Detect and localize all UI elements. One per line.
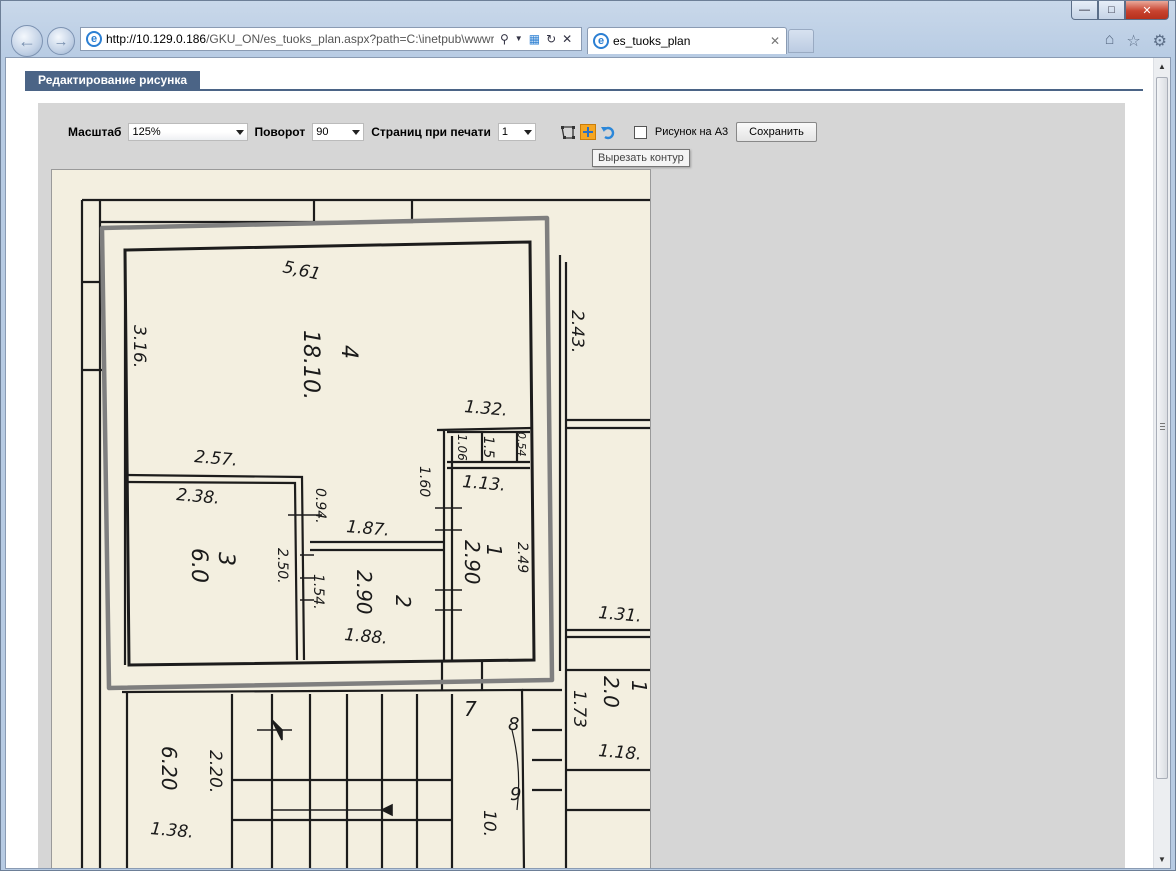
scale-select[interactable]: 125% — [128, 123, 249, 141]
plan-label: 2.49 — [514, 542, 530, 573]
tab-es-tuoks-plan[interactable]: e es_tuoks_plan ✕ — [587, 27, 787, 54]
new-tab-button[interactable] — [788, 29, 814, 53]
plan-label: 2.90 — [460, 540, 484, 585]
plan-label: 0.94. — [312, 488, 328, 524]
plan-label: 8 — [508, 714, 519, 735]
panel-divider — [25, 89, 1143, 91]
plan-label: 2.20. — [205, 750, 225, 793]
scale-value: 125% — [132, 126, 161, 138]
plan-label: 1.13. — [462, 472, 507, 496]
plan-label: 3.16. — [129, 325, 149, 368]
plan-label: 1.5 — [480, 436, 496, 458]
search-icon[interactable]: ⚲ — [500, 32, 509, 46]
undo-icon[interactable] — [600, 124, 616, 140]
rotation-chevron-down-icon — [352, 130, 361, 135]
scale-chevron-down-icon — [236, 130, 245, 135]
page-content: Редактирование рисунка Масштаб 125% Пово… — [6, 58, 1154, 868]
plan-label: 10. — [479, 810, 499, 837]
plan-label: 3 — [213, 552, 238, 566]
tab-close-icon[interactable]: ✕ — [770, 34, 786, 48]
plan-label: 0.54 — [515, 432, 528, 457]
stop-icon[interactable]: ✕ — [562, 32, 572, 46]
plan-label: 1.38. — [150, 819, 195, 843]
rotation-label: Поворот — [254, 125, 306, 139]
tab-ie-icon: e — [593, 33, 609, 49]
browser-tools: ⌂ ☆ ⚙ — [1105, 31, 1167, 51]
plan-label: 6.20 — [157, 746, 181, 791]
plan-label: 7 — [464, 697, 477, 721]
scroll-grip-icon — [1160, 423, 1165, 430]
dropdown-chevron-icon[interactable]: ▼ — [515, 32, 523, 46]
address-bar[interactable]: e http://10.129.0.186/GKU_ON/es_tuoks_pl… — [80, 27, 582, 51]
plan-label: 4 — [336, 345, 361, 359]
plan-label: 2.57. — [194, 447, 239, 471]
editor-toolbar: Масштаб 125% Поворот 90 Страниц при печа… — [68, 121, 817, 143]
pages-value: 1 — [501, 126, 509, 138]
cut-contour-tooltip: Вырезать контур — [592, 149, 690, 167]
cut-contour-icon[interactable] — [579, 124, 596, 140]
navigation-bar: ← → e http://10.129.0.186/GKU_ON/es_tuok… — [1, 23, 1175, 57]
plan-label: 2.50. — [274, 548, 290, 584]
save-button[interactable]: Сохранить — [736, 122, 817, 142]
scroll-down-arrow-icon[interactable]: ▼ — [1154, 851, 1170, 868]
plan-label: 2.43. — [567, 310, 587, 353]
scroll-up-arrow-icon[interactable]: ▲ — [1154, 58, 1170, 75]
plan-label: 6.0 — [186, 548, 211, 583]
pages-chevron-down-icon — [523, 130, 532, 135]
rotation-select[interactable]: 90 — [312, 123, 365, 141]
scroll-thumb[interactable] — [1156, 77, 1168, 779]
plan-label: 1.06 — [455, 434, 469, 461]
plan-label: 1 — [627, 680, 651, 693]
address-actions: ⚲ ▼ ▦ ↻ ✕ — [500, 32, 572, 46]
plan-label: 9 — [510, 784, 521, 805]
plan-label: 1.54. — [310, 574, 326, 610]
page-viewport: Редактирование рисунка Масштаб 125% Пово… — [5, 57, 1171, 869]
plan-label: 1.60 — [416, 466, 432, 497]
compatibility-view-icon[interactable]: ▦ — [529, 32, 540, 46]
plan-label: 1.88. — [344, 625, 389, 649]
ie-page-icon: e — [86, 31, 102, 47]
floor-plan-image[interactable]: 5,61 4 18.10. 3.16. 2.43. 1.32. 1.5 1.06… — [51, 169, 651, 868]
home-icon[interactable]: ⌂ — [1105, 31, 1115, 51]
plan-label: 2.38. — [176, 485, 221, 509]
plan-label: 2.0 — [599, 676, 623, 708]
plan-label: 2 — [391, 595, 415, 608]
plan-label: 1.32. — [464, 397, 509, 421]
plan-label: 5,61 — [281, 257, 322, 284]
scale-label: Масштаб — [68, 125, 122, 139]
pages-select[interactable]: 1 — [497, 123, 536, 141]
panel-title: Редактирование рисунка — [25, 71, 201, 89]
a3-label: Рисунок на А3 — [654, 126, 729, 138]
tab-title: es_tuoks_plan — [613, 34, 691, 48]
editor-panel: Масштаб 125% Поворот 90 Страниц при печа… — [38, 103, 1125, 868]
plan-label: 1.18. — [598, 741, 643, 765]
plan-label: 1.87. — [346, 517, 391, 541]
vertical-scrollbar[interactable]: ▲ ▼ — [1153, 58, 1170, 868]
plan-label: 1 — [482, 544, 506, 557]
window-controls: — □ ✕ — [1071, 1, 1169, 20]
maximize-button[interactable]: □ — [1098, 1, 1125, 20]
plan-label: 2.90 — [352, 570, 376, 615]
favorites-star-icon[interactable]: ☆ — [1126, 31, 1140, 51]
url-host: http://10.129.0.186 — [106, 32, 207, 46]
plan-label: 1.73 — [569, 690, 589, 728]
back-arrow-icon[interactable]: ← — [11, 25, 43, 57]
url-text[interactable]: http://10.129.0.186/GKU_ON/es_tuoks_plan… — [106, 32, 494, 46]
url-path: /GKU_ON/es_tuoks_plan.aspx?path=C:\inetp… — [206, 32, 494, 46]
contour-draw-icon[interactable] — [560, 124, 576, 140]
close-window-button[interactable]: ✕ — [1125, 1, 1169, 20]
rotation-value: 90 — [316, 126, 329, 138]
refresh-icon[interactable]: ↻ — [546, 32, 556, 46]
plan-label: 1.31. — [598, 603, 643, 627]
settings-gear-icon[interactable]: ⚙ — [1153, 31, 1167, 51]
forward-arrow-icon[interactable]: → — [47, 27, 75, 55]
a3-checkbox[interactable] — [633, 125, 647, 139]
minimize-button[interactable]: — — [1071, 1, 1098, 20]
floor-plan-drawing: 5,61 4 18.10. 3.16. 2.43. 1.32. 1.5 1.06… — [80, 198, 651, 868]
browser-window: — □ ✕ ← → e http://10.129.0.186/GKU_ON/e… — [0, 0, 1176, 871]
plan-label: 18.10. — [298, 330, 323, 400]
pages-label: Страниц при печати — [371, 125, 491, 139]
